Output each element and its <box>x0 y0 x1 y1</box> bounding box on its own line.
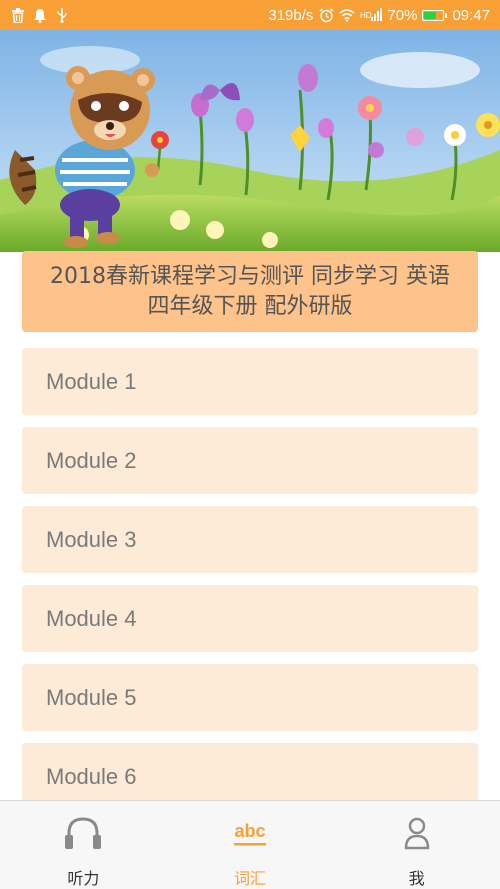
module-item[interactable]: Module 5 <box>22 664 478 731</box>
status-bar: 319b/s HD 70% 09:47 <box>0 0 500 30</box>
network-speed: 319b/s <box>268 6 314 24</box>
module-label: Module 3 <box>46 526 137 552</box>
module-item[interactable]: Module 4 <box>22 585 478 652</box>
module-label: Module 1 <box>46 368 137 394</box>
tab-label: 我 <box>408 869 425 888</box>
svg-text:HD: HD <box>360 11 372 20</box>
tab-listening[interactable]: 听力 <box>0 801 167 889</box>
notification-bell-icon <box>32 7 48 23</box>
headphones-icon <box>63 815 103 855</box>
module-list: Module 1 Module 2 Module 3 Module 4 Modu… <box>22 348 478 822</box>
usb-icon <box>54 7 70 23</box>
tab-label: 听力 <box>67 869 100 888</box>
status-bar-left <box>0 7 70 23</box>
bottom-tab-bar: 听力 abc 词汇 我 <box>0 800 500 889</box>
clock: 09:47 <box>452 6 490 24</box>
svg-text:abc: abc <box>234 821 265 841</box>
tab-vocabulary[interactable]: abc 词汇 <box>167 801 334 889</box>
module-label: Module 5 <box>46 684 137 710</box>
abc-icon: abc <box>230 815 270 855</box>
module-label: Module 4 <box>46 605 137 631</box>
tab-me[interactable]: 我 <box>333 801 500 889</box>
trash-icon <box>10 7 26 23</box>
tab-label: 词汇 <box>234 869 267 888</box>
module-item[interactable]: Module 2 <box>22 427 478 494</box>
wifi-icon <box>339 7 355 23</box>
book-title-banner: 2018春新课程学习与测评 同步学习 英语 四年级下册 配外研版 <box>22 251 478 332</box>
battery-percent: 70% <box>387 6 418 24</box>
banner-image <box>0 30 500 252</box>
alarm-icon <box>318 7 334 23</box>
module-item[interactable]: Module 1 <box>22 348 478 415</box>
book-title: 2018春新课程学习与测评 同步学习 英语 四年级下册 配外研版 <box>50 263 450 319</box>
module-label: Module 2 <box>46 447 137 473</box>
battery-icon <box>422 9 448 21</box>
module-label: Module 6 <box>46 763 137 789</box>
hd-signal-icon: HD <box>360 7 383 23</box>
module-item[interactable]: Module 3 <box>22 506 478 573</box>
status-bar-right: 319b/s HD 70% 09:47 <box>268 7 500 24</box>
person-icon <box>397 815 437 855</box>
